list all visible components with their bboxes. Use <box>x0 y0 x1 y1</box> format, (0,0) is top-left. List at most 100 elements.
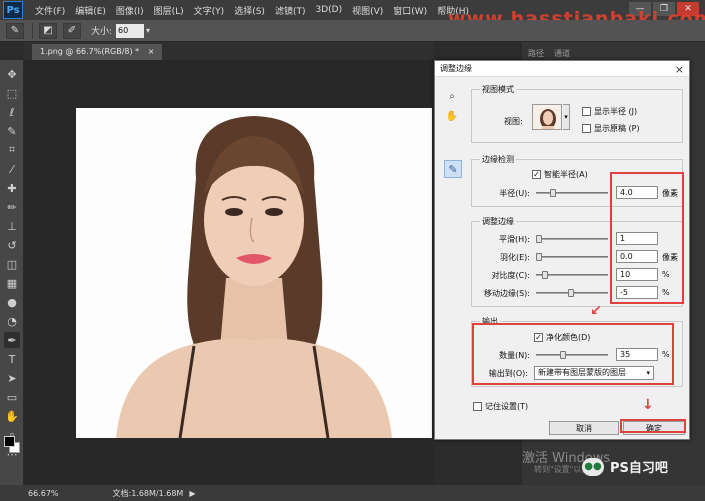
show-radius-label: 显示半径 (J) <box>594 107 638 116</box>
menu-file[interactable]: 文件(F) <box>35 4 65 17</box>
dodge-tool-icon[interactable]: ◔ <box>4 313 20 329</box>
view-mode-title: 视图模式 <box>480 84 516 95</box>
brush-mode-icon[interactable]: ◩ <box>39 22 57 39</box>
amount-input[interactable]: 35 <box>616 348 658 361</box>
slider-thumb[interactable] <box>560 351 566 359</box>
hand-tool-icon[interactable]: ✋ <box>4 408 20 424</box>
brush-tool-icon[interactable]: ✏ <box>4 199 20 215</box>
stamp-tool-icon[interactable]: ⊥ <box>4 218 20 234</box>
amount-row: 数量(N): 35 % <box>472 348 682 362</box>
menu-view[interactable]: 视图(V) <box>352 4 383 17</box>
radius-input[interactable]: 4.0 <box>616 186 658 199</box>
chevron-right-icon[interactable]: ▶ <box>189 489 195 498</box>
decontaminate-label: 净化颜色(D) <box>546 333 591 342</box>
output-group: 输出 ✓ 净化颜色(D) 数量(N): 35 % 输出到(O): 新建带有图层蒙… <box>471 316 683 387</box>
show-radius-option[interactable]: 显示半径 (J) <box>582 106 637 117</box>
remember-settings-checkbox[interactable] <box>473 402 482 411</box>
smart-radius-checkbox[interactable]: ✓ <box>532 170 541 179</box>
brand-name: PS自习吧 <box>610 461 668 476</box>
menu-edit[interactable]: 编辑(E) <box>75 4 106 17</box>
menu-type[interactable]: 文字(Y) <box>194 4 225 17</box>
ok-button[interactable]: 确定 <box>623 421 685 435</box>
slider-thumb[interactable] <box>536 235 542 243</box>
shape-tool-icon[interactable]: ▭ <box>4 389 20 405</box>
dialog-title: 调整边缘 <box>440 64 472 73</box>
menu-select[interactable]: 选择(S) <box>234 4 265 17</box>
contrast-input[interactable]: 10 <box>616 268 658 281</box>
size-input[interactable]: 60 <box>116 23 145 38</box>
smooth-label: 平滑(H): <box>499 235 530 244</box>
slider-thumb[interactable] <box>542 271 548 279</box>
view-thumbnail[interactable] <box>532 104 562 130</box>
menu-window[interactable]: 窗口(W) <box>393 4 427 17</box>
document-tab-bar: 1.png @ 66.7%(RGB/8) * × <box>24 42 434 60</box>
slider-thumb[interactable] <box>568 289 574 297</box>
menu-image[interactable]: 图像(I) <box>116 4 144 17</box>
decontaminate-checkbox[interactable]: ✓ <box>534 333 543 342</box>
eraser-tool-icon[interactable]: ◫ <box>4 256 20 272</box>
decontaminate-option[interactable]: ✓ 净化颜色(D) <box>534 332 590 343</box>
feather-input[interactable]: 0.0 <box>616 250 658 263</box>
output-to-select[interactable]: 新建带有图层蒙版的图层 ▾ <box>534 366 654 380</box>
output-to-label: 输出到(O): <box>488 369 528 378</box>
close-icon[interactable]: × <box>148 47 155 56</box>
chevron-down-icon[interactable]: ▾ <box>563 104 570 130</box>
healing-tool-icon[interactable]: ✚ <box>4 180 20 196</box>
output-to-value: 新建带有图层蒙版的图层 <box>538 368 626 377</box>
cancel-button[interactable]: 取消 <box>549 421 619 435</box>
output-title: 输出 <box>480 316 500 327</box>
remember-settings-option[interactable]: 记住设置(T) <box>473 401 528 412</box>
type-tool-icon[interactable]: T <box>4 351 20 367</box>
show-radius-checkbox[interactable] <box>582 107 591 116</box>
slider-thumb[interactable] <box>550 189 556 197</box>
crop-tool-icon[interactable]: ⌗ <box>4 142 20 158</box>
smooth-input[interactable]: 1 <box>616 232 658 245</box>
portrait-photo[interactable] <box>76 108 432 438</box>
path-select-tool-icon[interactable]: ➤ <box>4 370 20 386</box>
pen-tool-icon[interactable]: ✒ <box>4 332 20 348</box>
shift-edge-slider[interactable] <box>536 289 608 297</box>
brush-erase-icon[interactable]: ✐ <box>63 22 81 39</box>
wechat-icon: ●● <box>582 457 604 476</box>
menu-3d[interactable]: 3D(D) <box>315 5 342 15</box>
smart-radius-option[interactable]: ✓ 智能半径(A) <box>532 169 588 180</box>
quick-select-tool-icon[interactable]: ✎ <box>4 123 20 139</box>
menu-layer[interactable]: 图层(L) <box>154 4 184 17</box>
document-size: 文档:1.68M/1.68M <box>112 488 184 498</box>
brush-preset-icon[interactable]: ✎ <box>6 22 24 39</box>
feather-slider[interactable] <box>536 253 608 261</box>
radius-unit: 像素 <box>662 189 678 198</box>
document-tab[interactable]: 1.png @ 66.7%(RGB/8) * × <box>32 44 163 60</box>
hand-icon[interactable]: ✋ <box>445 109 459 123</box>
foreground-color-swatch[interactable] <box>4 436 15 447</box>
photoshop-logo: Ps <box>3 1 23 19</box>
view-mode-group: 视图模式 视图: ▾ 显示半径 (J) 显示原稿 (P) <box>471 84 683 143</box>
size-label: 大小: <box>91 27 113 37</box>
refine-radius-brush-icon[interactable]: ✎ <box>444 160 462 178</box>
move-tool-icon[interactable]: ✥ <box>4 66 20 82</box>
feather-unit: 像素 <box>662 253 678 262</box>
eyedropper-tool-icon[interactable]: ⁄ <box>4 161 20 177</box>
show-original-checkbox[interactable] <box>582 124 591 133</box>
show-original-option[interactable]: 显示原稿 (P) <box>582 123 640 134</box>
chevron-down-icon[interactable]: ▾ <box>146 26 150 35</box>
canvas-area[interactable] <box>24 60 434 485</box>
menu-filter[interactable]: 滤镜(T) <box>275 4 306 17</box>
marquee-tool-icon[interactable]: ⬚ <box>4 85 20 101</box>
blur-tool-icon[interactable]: ● <box>4 294 20 310</box>
adjust-edge-group: 调整边缘 平滑(H): 1 羽化(E): 0.0 像素 对比度(C): 10 %… <box>471 216 683 307</box>
zoom-level[interactable]: 66.67% <box>28 489 59 498</box>
slider-thumb[interactable] <box>536 253 542 261</box>
zoom-icon[interactable]: ⌕ <box>445 89 459 103</box>
panel-tab-paths[interactable]: 路径 <box>528 48 544 59</box>
radius-slider[interactable] <box>536 189 608 197</box>
shift-edge-input[interactable]: -5 <box>616 286 658 299</box>
smooth-slider[interactable] <box>536 235 608 243</box>
contrast-slider[interactable] <box>536 271 608 279</box>
history-brush-icon[interactable]: ↺ <box>4 237 20 253</box>
dialog-close-button[interactable]: × <box>675 62 684 78</box>
lasso-tool-icon[interactable]: ℓ <box>4 104 20 120</box>
panel-tab-channels[interactable]: 通道 <box>554 48 570 59</box>
gradient-tool-icon[interactable]: ▦ <box>4 275 20 291</box>
amount-slider[interactable] <box>536 351 608 359</box>
